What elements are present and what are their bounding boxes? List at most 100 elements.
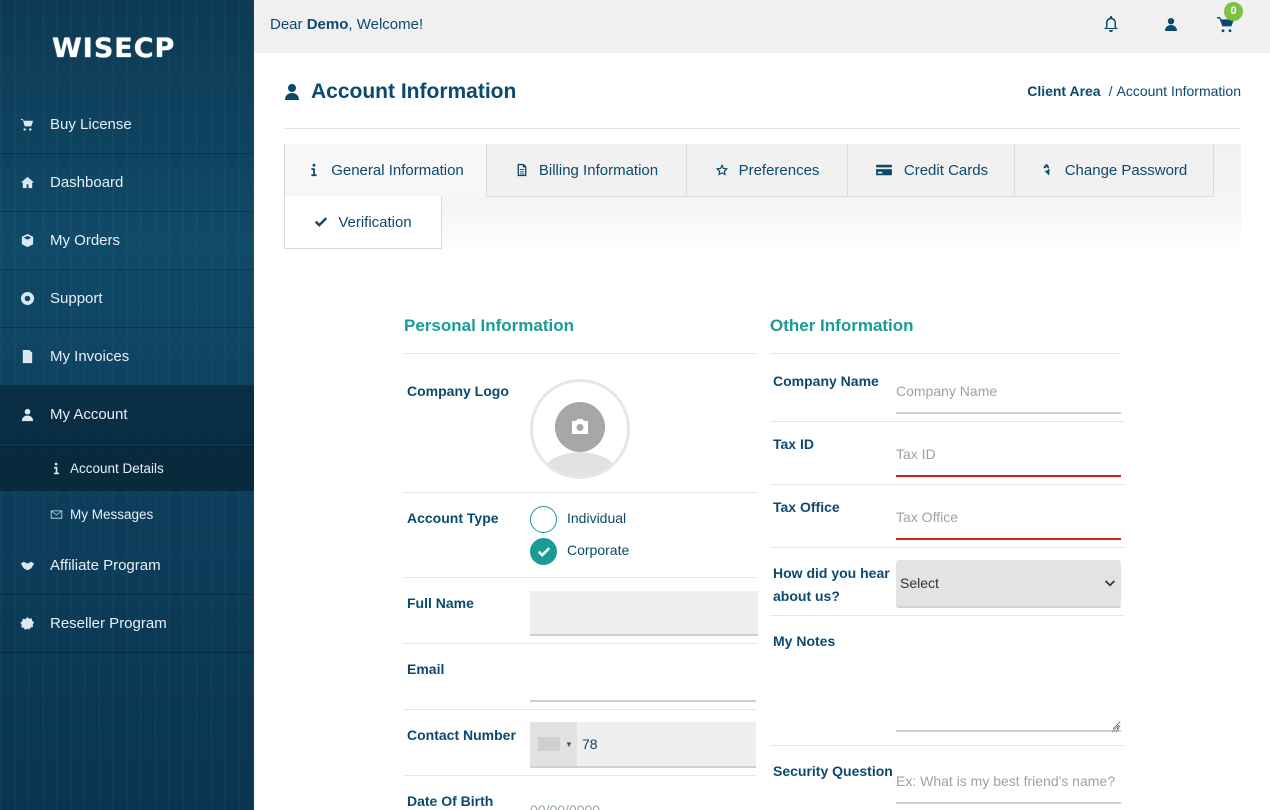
document-icon	[517, 163, 527, 177]
security-question-input[interactable]	[896, 759, 1121, 804]
page-title: Account Information	[284, 78, 516, 106]
country-flag-icon	[538, 737, 560, 751]
contact-number-value: 78	[582, 736, 598, 752]
account-type-individual-label[interactable]: Individual	[567, 510, 626, 526]
lifebuoy-icon	[20, 291, 50, 306]
tab-label: Change Password	[1064, 161, 1188, 179]
sidebar-item-my-account[interactable]: My Account	[0, 386, 254, 444]
sidebar-item-label: Reseller Program	[50, 615, 167, 632]
check-icon	[537, 547, 551, 557]
breadcrumb-client-area[interactable]: Client Area	[1027, 83, 1100, 99]
date-of-birth-input[interactable]	[530, 795, 756, 810]
how-did-you-hear-label-line2: about us?	[773, 588, 840, 604]
account-type-label: Account Type	[407, 510, 499, 526]
sidebar-item-label: My Orders	[50, 232, 121, 249]
full-name-input[interactable]	[530, 591, 758, 636]
select-value: Select	[900, 575, 939, 591]
tab-label: Verification	[338, 213, 412, 231]
country-code-dropdown[interactable]: ▼	[530, 722, 577, 766]
section-divider	[404, 353, 756, 354]
tax-id-input[interactable]	[896, 432, 1121, 477]
home-icon	[20, 175, 50, 190]
tab-general-information[interactable]: General Information	[284, 144, 487, 197]
sidebar-subitem-label: My Messages	[70, 506, 154, 522]
envelope-icon	[50, 508, 70, 521]
date-of-birth-label: Date Of Birth	[407, 793, 494, 809]
handshake-icon	[20, 558, 50, 573]
info-icon	[50, 462, 70, 475]
sidebar-item-buy-license[interactable]: Buy License	[0, 96, 254, 154]
company-logo-label: Company Logo	[407, 383, 509, 399]
star-icon	[715, 163, 728, 176]
check-icon	[315, 217, 328, 227]
email-input[interactable]	[530, 657, 756, 702]
row-divider	[770, 615, 1124, 616]
row-divider	[404, 643, 756, 644]
my-notes-textarea[interactable]	[896, 631, 1121, 732]
tab-change-password[interactable]: Change Password	[1014, 144, 1214, 197]
sidebar-item-my-invoices[interactable]: My Invoices	[0, 328, 254, 386]
row-divider	[404, 775, 756, 776]
personal-information-heading: Personal Information	[404, 316, 575, 335]
sidebar-item-reseller-program[interactable]: Reseller Program	[0, 595, 254, 653]
tab-billing-information[interactable]: Billing Information	[486, 144, 687, 197]
sidebar-item-support[interactable]: Support	[0, 270, 254, 328]
contact-number-label: Contact Number	[407, 727, 516, 743]
tab-label: Credit Cards	[903, 161, 989, 179]
security-question-label: Security Question	[773, 763, 893, 779]
avatar-body-placeholder	[538, 452, 622, 476]
header-divider	[284, 128, 1241, 129]
tab-verification[interactable]: Verification	[284, 196, 442, 249]
tab-label: Preferences	[738, 161, 820, 179]
page-title-text: Account Information	[311, 80, 517, 103]
account-type-individual-radio[interactable]	[530, 506, 557, 533]
other-information-heading: Other Information	[770, 316, 914, 335]
box-icon	[20, 233, 50, 248]
sidebar: WISECP Buy License Dashboard My Orders S…	[0, 0, 254, 810]
breadcrumb: Client Area / Account Information	[1027, 83, 1241, 99]
cart-count-badge: 0	[1224, 2, 1243, 21]
how-did-you-hear-select[interactable]: Select	[896, 560, 1121, 608]
account-type-corporate-label[interactable]: Corporate	[567, 542, 629, 558]
user-profile-icon[interactable]	[1161, 14, 1183, 36]
tax-id-label: Tax ID	[773, 436, 814, 452]
row-divider	[770, 547, 1124, 548]
account-type-corporate-radio[interactable]	[530, 538, 557, 565]
resize-handle-icon[interactable]	[1111, 720, 1120, 733]
sidebar-subitem-account-details[interactable]: Account Details	[0, 445, 254, 491]
company-name-label: Company Name	[773, 373, 879, 389]
sidebar-item-label: My Invoices	[50, 348, 130, 365]
greet-prefix: Dear	[270, 16, 307, 33]
row-divider	[770, 745, 1124, 746]
sidebar-item-label: Buy License	[50, 116, 132, 133]
company-logo-upload[interactable]	[530, 379, 630, 479]
sidebar-item-my-orders[interactable]: My Orders	[0, 212, 254, 270]
credit-card-icon	[876, 164, 892, 176]
email-label: Email	[407, 661, 445, 677]
welcome-message: Dear Demo, Welcome!	[270, 16, 423, 33]
cart-icon	[20, 117, 50, 132]
tab-credit-cards[interactable]: Credit Cards	[847, 144, 1015, 197]
info-icon	[311, 163, 317, 177]
tax-office-input[interactable]	[896, 495, 1121, 540]
sidebar-item-affiliate-program[interactable]: Affiliate Program	[0, 537, 254, 595]
company-name-input[interactable]	[896, 369, 1121, 414]
chevron-down-icon	[1105, 580, 1115, 587]
notifications-bell-icon[interactable]	[1101, 14, 1123, 36]
tax-office-label: Tax Office	[773, 499, 840, 515]
row-divider	[770, 421, 1124, 422]
tab-label: Billing Information	[538, 161, 659, 179]
sidebar-subitem-my-messages[interactable]: My Messages	[0, 491, 254, 537]
caret-down-icon: ▼	[565, 740, 573, 749]
sidebar-item-dashboard[interactable]: Dashboard	[0, 154, 254, 212]
tab-preferences[interactable]: Preferences	[686, 144, 848, 197]
row-divider	[770, 484, 1124, 485]
how-did-you-hear-label: How did you hear about us?	[773, 562, 890, 608]
contact-number-field[interactable]: ▼ 78	[530, 722, 756, 768]
sidebar-item-label: Support	[50, 290, 103, 307]
camera-icon	[570, 419, 590, 435]
my-notes-label: My Notes	[773, 633, 836, 649]
brand-logo[interactable]: WISECP	[52, 34, 202, 64]
breadcrumb-current: Account Information	[1116, 83, 1241, 99]
tab-label: General Information	[331, 161, 464, 179]
